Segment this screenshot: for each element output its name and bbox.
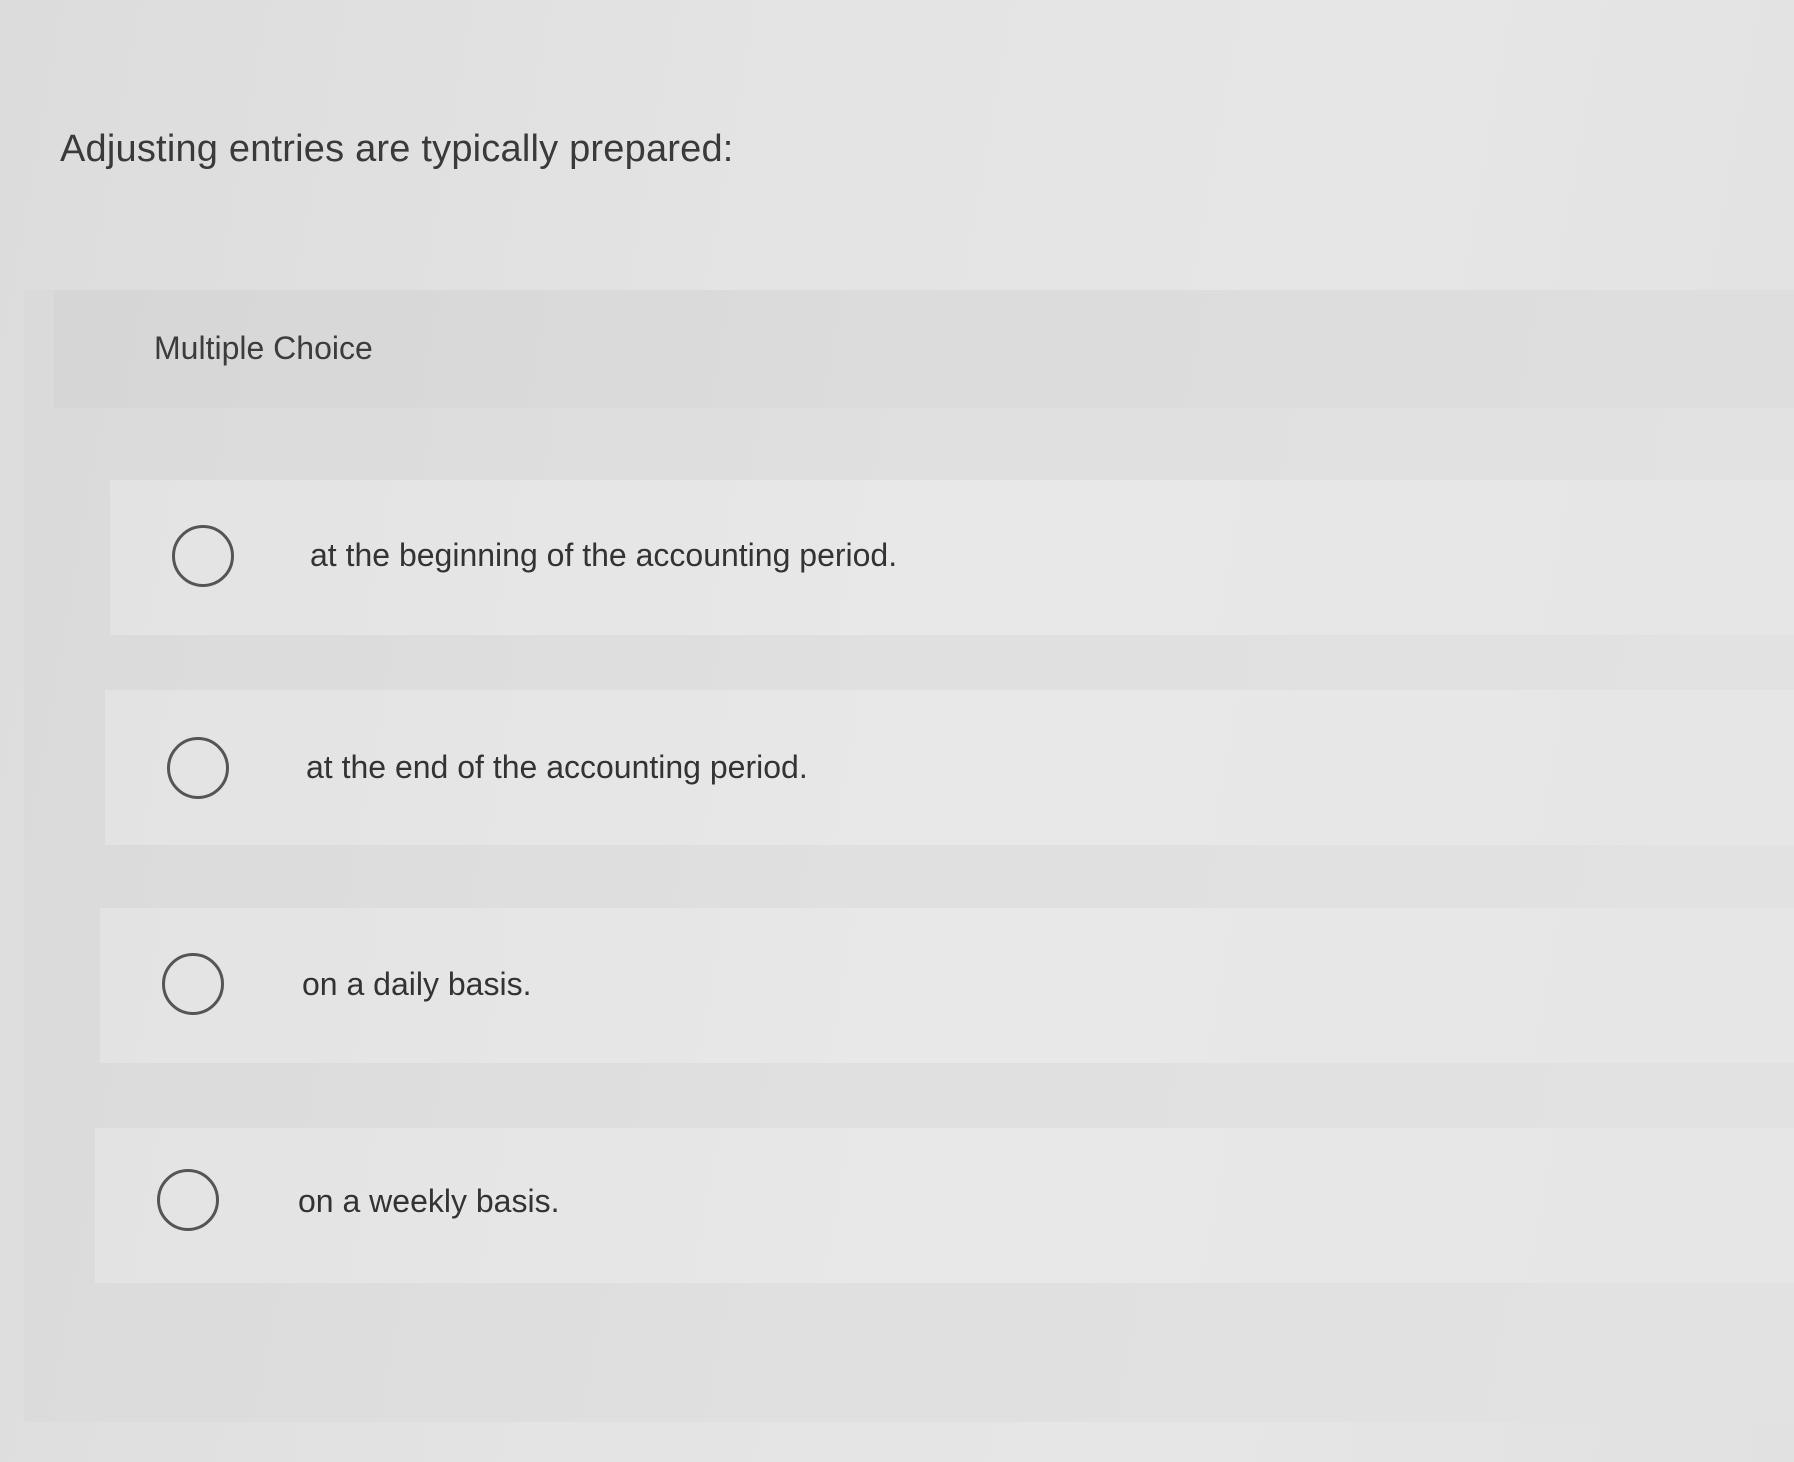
radio-button[interactable] — [162, 953, 224, 1015]
option-row[interactable]: on a weekly basis. — [95, 1128, 1794, 1283]
page: Adjusting entries are typically prepared… — [0, 0, 1794, 1462]
option-label[interactable]: on a daily basis. — [302, 966, 531, 1003]
radio-button[interactable] — [167, 737, 229, 799]
option-label[interactable]: at the end of the accounting period. — [306, 749, 808, 786]
option-row[interactable]: at the end of the accounting period. — [105, 690, 1794, 845]
option-row[interactable]: on a daily basis. — [100, 908, 1794, 1063]
option-label[interactable]: on a weekly basis. — [298, 1183, 559, 1220]
options-list: at the beginning of the accounting perio… — [0, 0, 1794, 1462]
radio-button[interactable] — [172, 525, 234, 587]
option-label[interactable]: at the beginning of the accounting perio… — [310, 537, 897, 574]
option-row[interactable]: at the beginning of the accounting perio… — [110, 480, 1794, 635]
radio-button[interactable] — [157, 1169, 219, 1231]
